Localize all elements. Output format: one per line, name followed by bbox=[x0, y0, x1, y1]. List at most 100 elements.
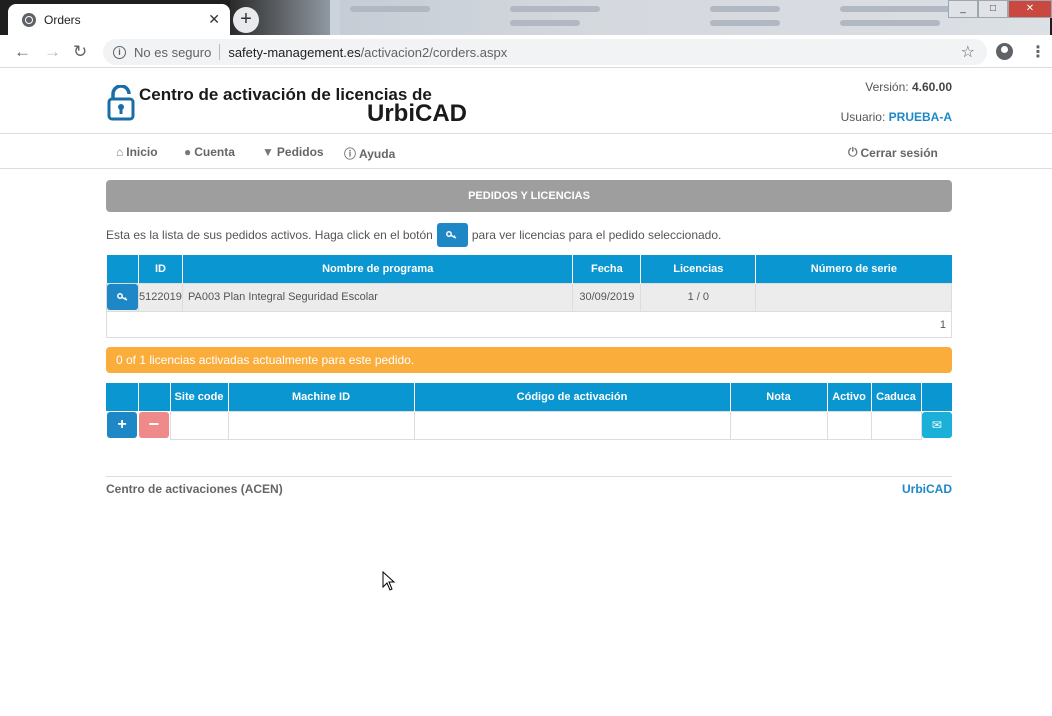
intro-after: para ver licencias para el pedido selecc… bbox=[471, 228, 722, 242]
close-tab-icon[interactable]: ✕ bbox=[208, 11, 220, 28]
note-cell bbox=[729, 410, 828, 440]
orders-col-id: ID bbox=[138, 255, 183, 283]
security-label: No es seguro bbox=[134, 44, 212, 60]
nav-inicio[interactable]: ⌂ Inicio bbox=[116, 145, 158, 159]
address-bar[interactable]: i No es seguro safety-management.es /act… bbox=[103, 39, 987, 65]
section-title: PEDIDOS Y LICENCIAS bbox=[106, 180, 952, 212]
orders-col-licenses: Licencias bbox=[640, 255, 757, 283]
mouse-cursor-icon bbox=[382, 571, 396, 591]
info-icon[interactable]: i bbox=[113, 45, 126, 59]
expires-cell bbox=[870, 410, 922, 440]
lic-col-email bbox=[921, 383, 952, 411]
site-header: Centro de activación de licencias de Urb… bbox=[0, 68, 1052, 134]
nav-inicio-label: Inicio bbox=[126, 145, 158, 159]
row-licenses: 1 / 0 bbox=[640, 282, 757, 312]
lic-col-machine-id: Machine ID bbox=[228, 383, 415, 411]
forward-icon[interactable]: → bbox=[44, 42, 61, 62]
intro-before: Esta es la lista de sus pedidos activos.… bbox=[106, 228, 433, 242]
activation-code-cell bbox=[413, 410, 731, 440]
minimize-button[interactable]: _ bbox=[948, 0, 978, 18]
power-icon: ⏻ bbox=[848, 145, 858, 159]
orders-col-program: Nombre de programa bbox=[182, 255, 574, 283]
nav-logout-label: Cerrar sesión bbox=[860, 145, 938, 160]
lic-col-note: Nota bbox=[730, 383, 828, 411]
web-page: Centro de activación de licencias de Urb… bbox=[0, 68, 1052, 716]
lic-col-active: Activo bbox=[827, 383, 872, 411]
lic-col-expires: Caduca bbox=[871, 383, 922, 411]
active-cell bbox=[826, 410, 872, 440]
add-cell: + bbox=[106, 411, 138, 439]
lic-col-add bbox=[106, 383, 139, 411]
profile-avatar-icon[interactable] bbox=[996, 43, 1013, 60]
nav-pedidos[interactable]: ▼ Pedidos bbox=[262, 145, 324, 159]
row-id: 5122019 bbox=[138, 282, 183, 312]
row-program: PA003 Plan Integral Seguridad Escolar bbox=[181, 282, 574, 312]
nav-cuenta-label: Cuenta bbox=[194, 145, 235, 159]
reload-icon[interactable]: ↻ bbox=[73, 42, 87, 62]
url-path: /activacion2/corders.aspx bbox=[360, 44, 508, 60]
maximize-button[interactable]: □ bbox=[978, 0, 1008, 18]
table-row[interactable]: 5122019 PA003 Plan Integral Seguridad Es… bbox=[106, 282, 952, 312]
version-info: Versión: 4.60.00 bbox=[865, 80, 952, 94]
remove-license-button[interactable]: − bbox=[138, 412, 169, 438]
background-window bbox=[330, 0, 1050, 35]
version-label: Versión: bbox=[865, 80, 909, 94]
nav-pedidos-label: Pedidos bbox=[276, 145, 324, 159]
lic-col-site-code: Site code bbox=[170, 383, 229, 411]
footer-left-text: Centro de activaciones (ACEN) bbox=[106, 482, 283, 496]
window-controls: _ □ ✕ bbox=[948, 0, 1052, 18]
lic-col-remove bbox=[138, 383, 171, 411]
bookmark-star-icon[interactable]: ☆ bbox=[961, 42, 975, 62]
divider bbox=[219, 44, 221, 60]
user-info: Usuario: PRUEBA-A bbox=[841, 110, 952, 124]
logo-brand: UrbiCAD bbox=[367, 100, 467, 127]
footer-divider bbox=[106, 476, 952, 477]
activation-status-alert: 0 of 1 licencias activadas actualmente p… bbox=[106, 347, 952, 373]
view-licenses-key-button[interactable] bbox=[436, 223, 468, 247]
main-nav: ⌂ Inicio ● Cuenta ▼ Pedidos ⓘ Ayuda ⏻ Ce… bbox=[0, 134, 1052, 169]
browser-menu-icon[interactable]: ⋮ bbox=[1030, 42, 1046, 62]
row-key-button[interactable] bbox=[107, 284, 138, 310]
email-cell: ✉ bbox=[921, 411, 952, 439]
nav-cuenta[interactable]: ● Cuenta bbox=[184, 145, 235, 159]
remove-cell: − bbox=[138, 411, 170, 439]
nav-logout[interactable]: ⏻ Cerrar sesión bbox=[848, 145, 938, 160]
row-action-cell bbox=[106, 282, 139, 312]
orders-col-serial: Número de serie bbox=[755, 255, 952, 283]
back-icon[interactable]: ← bbox=[14, 42, 31, 62]
url-domain: safety-management.es bbox=[228, 44, 361, 60]
footer-right-link[interactable]: UrbiCAD bbox=[902, 482, 952, 496]
orders-table: ID Nombre de programa Fecha Licencias Nú… bbox=[106, 255, 952, 312]
browser-tab[interactable]: Orders ✕ bbox=[8, 4, 230, 35]
orders-pager: 1 bbox=[106, 312, 952, 338]
lic-col-activation-code: Código de activación bbox=[414, 383, 731, 411]
cart-icon: ▼ bbox=[262, 145, 274, 159]
nav-ayuda[interactable]: ⓘ Ayuda bbox=[344, 145, 395, 162]
info-icon: ⓘ bbox=[344, 147, 357, 161]
row-date: 30/09/2019 bbox=[572, 282, 642, 312]
padlock-logo-icon bbox=[107, 85, 135, 121]
new-tab-button[interactable]: + bbox=[233, 7, 259, 33]
user-icon: ● bbox=[184, 145, 192, 159]
orders-col-action bbox=[106, 255, 139, 283]
pager-page-number[interactable]: 1 bbox=[940, 319, 946, 331]
home-icon: ⌂ bbox=[116, 145, 124, 159]
machine-id-cell bbox=[227, 410, 415, 440]
add-license-button[interactable]: + bbox=[107, 412, 137, 438]
site-code-cell bbox=[169, 410, 229, 440]
key-icon bbox=[116, 293, 127, 301]
row-serial bbox=[755, 282, 952, 312]
close-window-button[interactable]: ✕ bbox=[1008, 0, 1052, 18]
email-button[interactable]: ✉ bbox=[921, 412, 952, 438]
browser-toolbar: ← → ↻ i No es seguro safety-management.e… bbox=[0, 35, 1052, 68]
key-icon bbox=[446, 231, 457, 239]
intro-text: Esta es la lista de sus pedidos activos.… bbox=[106, 223, 721, 247]
version-value: 4.60.00 bbox=[911, 80, 952, 94]
user-value[interactable]: PRUEBA-A bbox=[889, 110, 952, 124]
table-row: + − ✉ bbox=[106, 410, 952, 440]
licenses-table: Site code Machine ID Código de activació… bbox=[106, 383, 952, 440]
browser-tabstrip: Orders ✕ + _ □ ✕ bbox=[0, 0, 1052, 35]
nav-ayuda-label: Ayuda bbox=[359, 146, 396, 161]
tab-title: Orders bbox=[44, 12, 81, 27]
globe-icon bbox=[22, 12, 36, 27]
